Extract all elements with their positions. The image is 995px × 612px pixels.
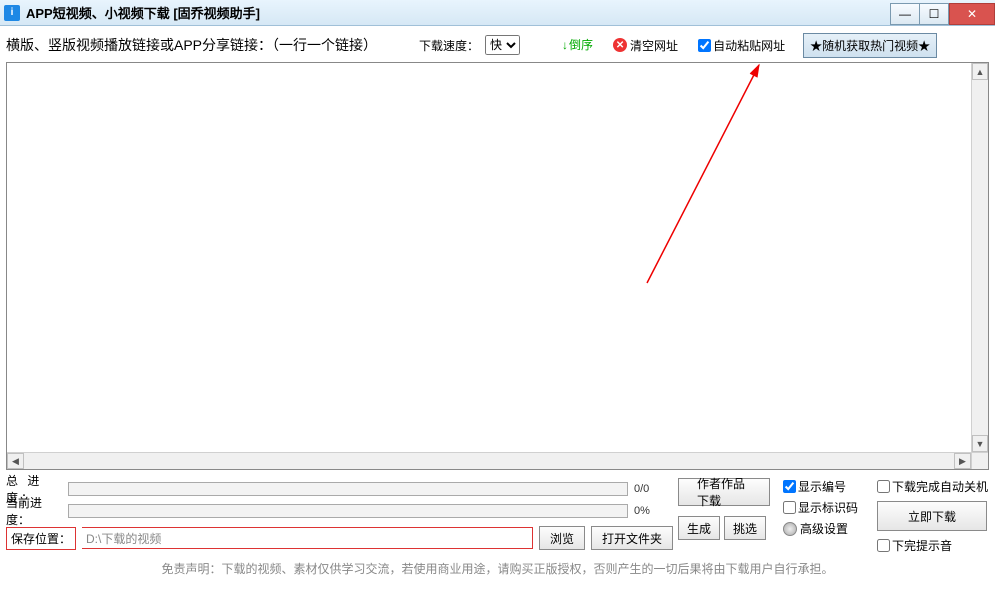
- annotation-arrow: [7, 63, 987, 470]
- shutdown-after-checkbox[interactable]: 下载完成自动关机: [877, 478, 989, 495]
- minimize-button[interactable]: —: [890, 3, 920, 25]
- current-progress-bar: [68, 504, 628, 518]
- speed-label: 下载速度：: [419, 37, 479, 54]
- link-input-label: 横版、竖版视频播放链接或APP分享链接：（一行一个链接）: [6, 35, 377, 55]
- toolbar-row: 横版、竖版视频播放链接或APP分享链接：（一行一个链接） 下载速度： 快 ↓倒序…: [6, 30, 989, 60]
- window-title: APP短视频、小视频下载 [固乔视频助手]: [26, 3, 260, 22]
- disclaimer-text: 免责声明：下载的视频、素材仅供学习交流，若使用商业用途，请购买正版授权，否则产生…: [6, 560, 989, 577]
- app-icon: i: [4, 5, 20, 21]
- scroll-up-icon[interactable]: ▲: [972, 63, 988, 80]
- show-index-checkbox[interactable]: 显示编号: [783, 478, 867, 495]
- scroll-left-icon[interactable]: ◀: [7, 453, 24, 469]
- clear-icon: ✕: [613, 38, 627, 52]
- random-hot-video-button[interactable]: ★随机获取热门视频★: [803, 33, 937, 58]
- current-progress-value: 0%: [634, 505, 674, 517]
- author-works-button[interactable]: 作者作品下载: [678, 478, 770, 506]
- auto-paste-checkbox[interactable]: 自动粘贴网址: [698, 37, 785, 54]
- generate-button[interactable]: 生成: [678, 516, 720, 540]
- url-textarea[interactable]: ▲ ▼ ◀ ▶: [6, 62, 989, 470]
- download-now-button[interactable]: 立即下载: [877, 501, 987, 531]
- reverse-sort-button[interactable]: ↓倒序: [562, 38, 593, 52]
- window-controls: — ☐ ✕: [890, 1, 995, 25]
- gear-icon: [783, 522, 797, 536]
- save-location-input[interactable]: [82, 527, 533, 549]
- open-folder-button[interactable]: 打开文件夹: [591, 526, 673, 550]
- scroll-down-icon[interactable]: ▼: [972, 435, 988, 452]
- show-code-checkbox[interactable]: 显示标识码: [783, 499, 867, 516]
- current-progress-label: 当前进度：: [6, 494, 62, 528]
- pick-button[interactable]: 挑选: [724, 516, 766, 540]
- scroll-right-icon[interactable]: ▶: [954, 453, 971, 469]
- vertical-scrollbar[interactable]: ▲ ▼: [971, 63, 988, 452]
- title-bar: i APP短视频、小视频下载 [固乔视频助手] — ☐ ✕: [0, 0, 995, 26]
- browse-button[interactable]: 浏览: [539, 526, 585, 550]
- scroll-corner: [971, 452, 988, 469]
- total-progress-value: 0/0: [634, 483, 674, 495]
- maximize-button[interactable]: ☐: [919, 3, 949, 25]
- advanced-settings-button[interactable]: 高级设置: [783, 520, 867, 537]
- total-progress-bar: [68, 482, 628, 496]
- horizontal-scrollbar[interactable]: ◀ ▶: [7, 452, 971, 469]
- clear-urls-button[interactable]: ✕清空网址: [613, 37, 678, 54]
- close-button[interactable]: ✕: [949, 3, 995, 25]
- speed-select[interactable]: 快: [485, 35, 520, 55]
- save-location-label: 保存位置：: [6, 527, 76, 550]
- sound-after-checkbox[interactable]: 下完提示音: [877, 537, 989, 554]
